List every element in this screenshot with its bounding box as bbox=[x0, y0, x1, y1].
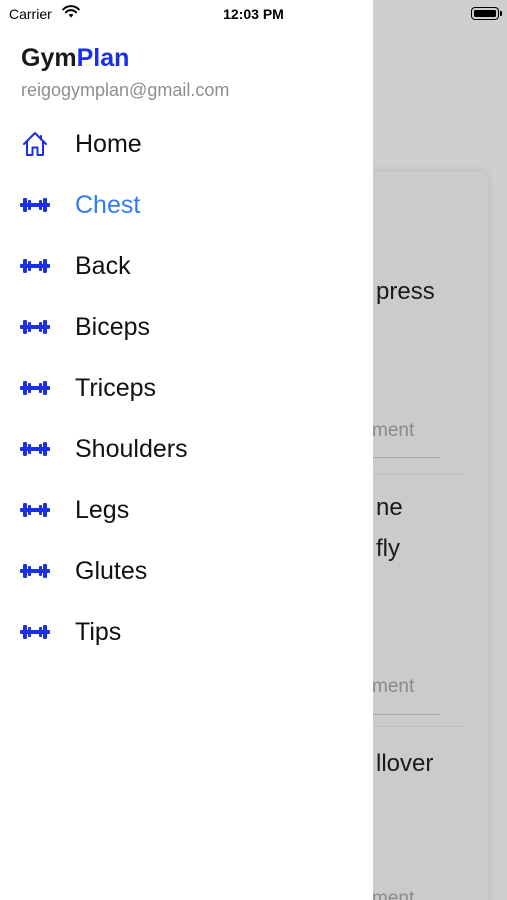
exercise-title-fragment: press bbox=[376, 278, 435, 305]
menu-item-label: Biceps bbox=[75, 312, 151, 341]
menu-item-label: Glutes bbox=[75, 556, 148, 585]
divider bbox=[372, 474, 464, 475]
menu-item-label: Triceps bbox=[75, 373, 157, 402]
menu-item-tips[interactable]: Tips bbox=[0, 607, 373, 657]
menu-item-back[interactable]: Back bbox=[0, 241, 373, 291]
divider bbox=[372, 726, 464, 727]
menu-item-shoulders[interactable]: Shoulders bbox=[0, 424, 373, 474]
user-email: reigogymplan@gmail.com bbox=[21, 80, 230, 100]
exercise-title-fragment: fly bbox=[376, 535, 400, 562]
app-brand-title: GymPlan bbox=[21, 44, 129, 73]
divider bbox=[372, 457, 440, 458]
home-icon bbox=[20, 130, 50, 158]
menu-item-label: Tips bbox=[75, 617, 122, 646]
dumbbell-icon bbox=[20, 435, 50, 463]
navigation-drawer: GymPlan reigogymplan@gmail.com Home Ches… bbox=[0, 0, 373, 900]
menu-item-label: Shoulders bbox=[75, 434, 188, 463]
exercise-title-fragment: ne bbox=[376, 494, 403, 521]
dumbbell-icon bbox=[20, 374, 50, 402]
status-time: 12:03 PM bbox=[223, 6, 284, 22]
menu-item-chest[interactable]: Chest bbox=[0, 180, 373, 230]
exercise-equipment-fragment: ment bbox=[372, 888, 415, 900]
exercise-equipment-fragment: ment bbox=[372, 676, 415, 697]
status-bar: Carrier 12:03 PM bbox=[0, 0, 507, 30]
dumbbell-icon bbox=[20, 252, 50, 280]
divider bbox=[372, 714, 440, 715]
dumbbell-icon bbox=[20, 618, 50, 646]
menu-item-home[interactable]: Home bbox=[0, 119, 373, 169]
menu-item-label: Home bbox=[75, 129, 142, 158]
menu-item-triceps[interactable]: Triceps bbox=[0, 363, 373, 413]
menu-item-label: Chest bbox=[75, 190, 141, 219]
exercise-title-fragment: llover bbox=[376, 750, 434, 777]
menu-item-biceps[interactable]: Biceps bbox=[0, 302, 373, 352]
dumbbell-icon bbox=[20, 557, 50, 585]
dumbbell-icon bbox=[20, 191, 50, 219]
dumbbell-icon bbox=[20, 313, 50, 341]
menu-item-glutes[interactable]: Glutes bbox=[0, 546, 373, 596]
exercise-equipment-fragment: ment bbox=[372, 420, 415, 441]
menu-item-legs[interactable]: Legs bbox=[0, 485, 373, 535]
menu-item-label: Back bbox=[75, 251, 131, 280]
brand-gym: Gym bbox=[21, 44, 77, 72]
battery-icon bbox=[471, 7, 502, 20]
menu-item-label: Legs bbox=[75, 495, 130, 524]
brand-plan: Plan bbox=[76, 44, 130, 72]
dumbbell-icon bbox=[20, 496, 50, 524]
